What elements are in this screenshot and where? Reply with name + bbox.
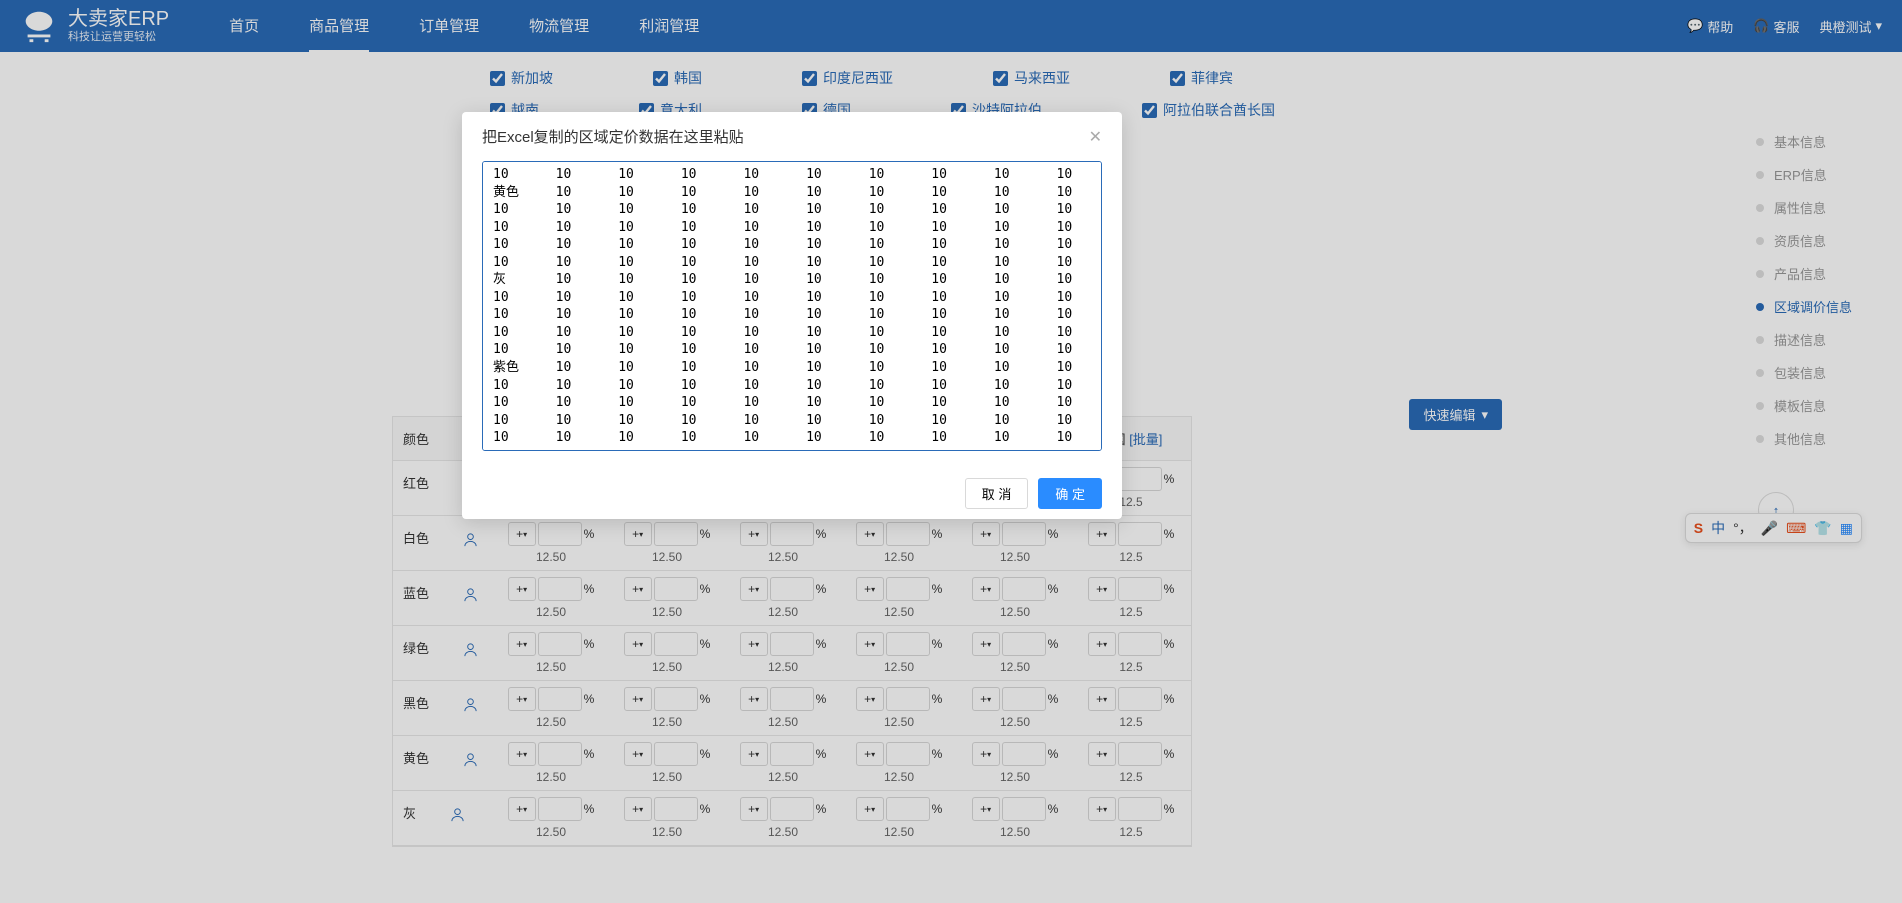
close-icon[interactable]: ✕ (1089, 127, 1102, 147)
ok-button[interactable]: 确 定 (1038, 478, 1102, 509)
paste-textarea[interactable] (482, 161, 1102, 451)
modal-title: 把Excel复制的区域定价数据在这里粘贴 (482, 126, 744, 147)
cancel-button[interactable]: 取 消 (965, 478, 1029, 509)
paste-modal: 把Excel复制的区域定价数据在这里粘贴 ✕ 取 消 确 定 (462, 112, 1122, 519)
